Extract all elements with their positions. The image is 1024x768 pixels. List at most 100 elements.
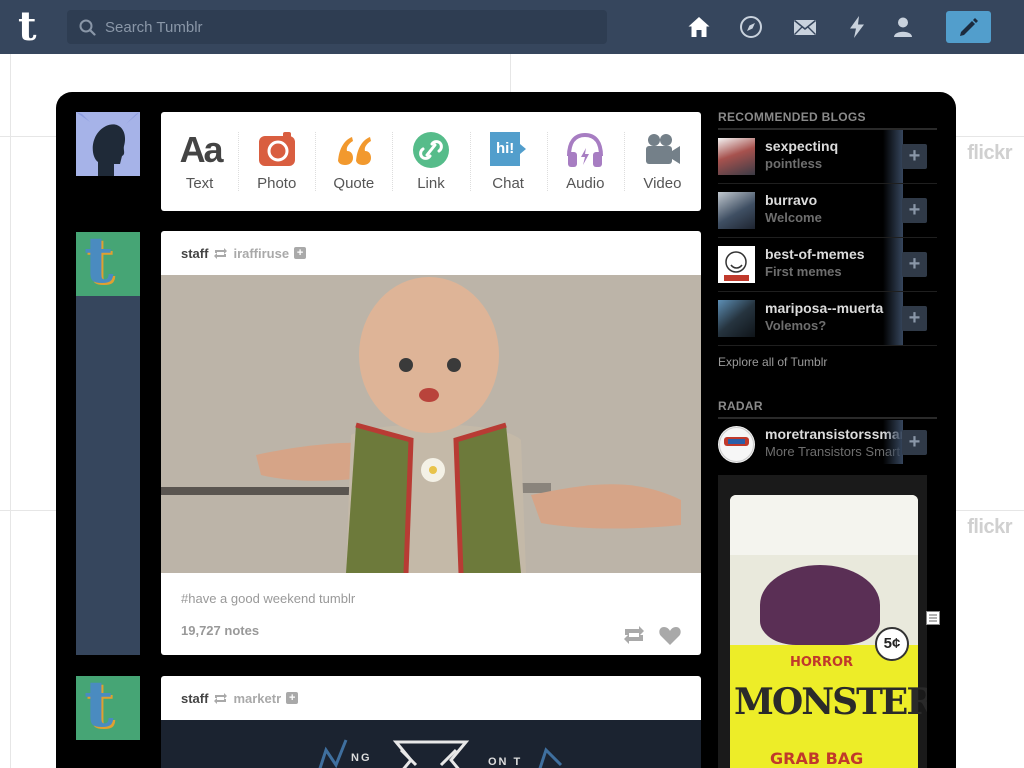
recommended-blog-item[interactable]: best-of-memes First memes + xyxy=(718,238,937,292)
package-text: MONSTERS xyxy=(734,681,927,723)
compose-button[interactable] xyxy=(946,11,991,43)
post-type-label: Chat xyxy=(492,175,524,192)
post-type-selector: Aa Text Photo Quote Link hi! Chat Audio … xyxy=(161,112,701,211)
follow-plus-icon[interactable]: + xyxy=(286,692,299,704)
name-fade xyxy=(883,292,903,345)
blog-avatar[interactable] xyxy=(718,192,755,229)
radar-blog-item[interactable]: moretransistorssmart More Transistors Sm… xyxy=(718,420,937,468)
post-header: staff iraffiruse + xyxy=(161,231,701,275)
radar-post-image[interactable]: 5¢ HORROR MONSTERS GRAB BAG xyxy=(718,475,927,768)
artwork-text: ON T xyxy=(488,756,523,768)
camera-icon xyxy=(258,132,295,166)
link-icon xyxy=(412,132,449,168)
post-card: staff marketr + NG ON T xyxy=(161,676,701,768)
name-fade xyxy=(883,130,903,183)
blog-avatar[interactable] xyxy=(718,426,755,463)
post-card: staff iraffiruse + #have a good weekend … xyxy=(161,231,701,655)
package-text: HORROR xyxy=(790,655,854,670)
post-author[interactable]: staff xyxy=(181,246,208,261)
text-icon: Aa xyxy=(179,129,224,170)
post-type-label: Text xyxy=(185,175,214,192)
package-text: GRAB BAG xyxy=(770,749,864,768)
headphones-icon xyxy=(567,132,604,167)
post-type-chat[interactable]: hi! Chat xyxy=(469,112,547,211)
home-icon[interactable] xyxy=(687,15,711,39)
recommended-blog-item[interactable]: burravo Welcome + xyxy=(718,184,937,238)
follow-plus-button[interactable]: + xyxy=(902,198,927,223)
follow-plus-button[interactable]: + xyxy=(902,144,927,169)
search-icon xyxy=(79,19,96,36)
post-type-link[interactable]: Link xyxy=(392,112,469,211)
follow-plus-button[interactable]: + xyxy=(902,430,927,455)
reblog-icon[interactable] xyxy=(623,626,645,644)
reblogged-from[interactable]: marketr xyxy=(233,691,281,706)
post-tags[interactable]: #have a good weekend tumblr xyxy=(161,573,701,606)
reblog-small-icon xyxy=(214,692,228,704)
blog-avatar[interactable] xyxy=(718,138,755,175)
section-divider xyxy=(718,417,937,419)
price-label: 5¢ xyxy=(875,627,909,661)
silhouette-avatar-image xyxy=(76,112,140,176)
blog-avatar[interactable] xyxy=(718,246,755,283)
post-author[interactable]: staff xyxy=(181,691,208,706)
tumblr-logo[interactable]: t xyxy=(18,7,50,47)
artwork-text: NG xyxy=(351,752,372,764)
monster-illustration xyxy=(760,565,880,645)
recommended-blog-item[interactable]: mariposa--muerta Volemos? + xyxy=(718,292,937,346)
post-type-quote[interactable]: Quote xyxy=(315,112,392,211)
flickr-watermark: flickr xyxy=(967,142,1012,164)
keyboard-shortcuts-icon[interactable] xyxy=(926,611,940,625)
activity-icon[interactable] xyxy=(845,15,869,39)
follow-plus-button[interactable]: + xyxy=(902,306,927,331)
chat-icon: hi! xyxy=(488,130,528,170)
graphic-artwork-image xyxy=(318,739,563,768)
post-header: staff marketr + xyxy=(161,676,701,720)
name-fade xyxy=(883,420,903,464)
post-type-photo[interactable]: Photo xyxy=(238,112,315,211)
staff-avatar[interactable]: t xyxy=(76,226,140,296)
post-type-video[interactable]: Video xyxy=(623,112,701,211)
tumblr-t-glyph: t xyxy=(84,223,114,298)
post-type-label: Link xyxy=(417,175,445,192)
flickr-watermark: flickr xyxy=(967,516,1012,538)
name-fade xyxy=(883,238,903,291)
name-fade xyxy=(883,184,903,237)
tumblr-t-glyph: t xyxy=(84,667,114,742)
post-type-audio[interactable]: Audio xyxy=(546,112,624,211)
staff-avatar[interactable]: t xyxy=(76,670,140,740)
explore-icon[interactable] xyxy=(739,15,763,39)
post-type-label: Photo xyxy=(257,175,297,192)
post-photo[interactable] xyxy=(161,275,701,573)
inbox-icon[interactable] xyxy=(793,15,817,39)
video-camera-icon xyxy=(646,134,681,164)
follow-plus-button[interactable]: + xyxy=(902,252,927,277)
search-box[interactable] xyxy=(67,10,607,44)
radar-title: RADAR xyxy=(718,399,763,413)
post-photo[interactable]: NG ON T xyxy=(161,720,701,768)
heart-icon[interactable] xyxy=(659,626,681,645)
quote-icon xyxy=(337,137,371,165)
account-icon[interactable] xyxy=(891,15,915,39)
user-avatar[interactable] xyxy=(76,112,140,176)
follow-plus-icon[interactable]: + xyxy=(294,247,307,259)
dashboard-frame: t t Aa Text Photo Quote Link hi! Chat Au… xyxy=(56,92,956,768)
explore-link[interactable]: Explore all of Tumblr xyxy=(718,355,827,369)
transistor-logo-image xyxy=(719,427,754,462)
search-input[interactable] xyxy=(105,10,595,44)
post-footer: 19,727 notes xyxy=(161,606,701,650)
reblogged-from[interactable]: iraffiruse xyxy=(233,246,289,261)
recommended-blogs-title: RECOMMENDED BLOGS xyxy=(718,110,866,124)
meme-face-image xyxy=(724,251,749,281)
post-type-label: Quote xyxy=(333,175,375,192)
post-type-text[interactable]: Aa Text xyxy=(161,112,238,211)
post-type-label: Audio xyxy=(566,175,605,192)
post-type-label: Video xyxy=(643,175,682,192)
post-notes[interactable]: 19,727 notes xyxy=(181,623,259,638)
reblog-small-icon xyxy=(214,247,228,259)
recommended-blog-item[interactable]: sexpectinq pointless + xyxy=(718,130,937,184)
top-navigation-bar: t xyxy=(0,0,1024,54)
grab-bag-package-image: 5¢ HORROR MONSTERS GRAB BAG xyxy=(730,495,927,768)
blog-avatar[interactable] xyxy=(718,300,755,337)
doll-photo-image xyxy=(161,275,701,573)
pencil-icon xyxy=(960,18,978,36)
